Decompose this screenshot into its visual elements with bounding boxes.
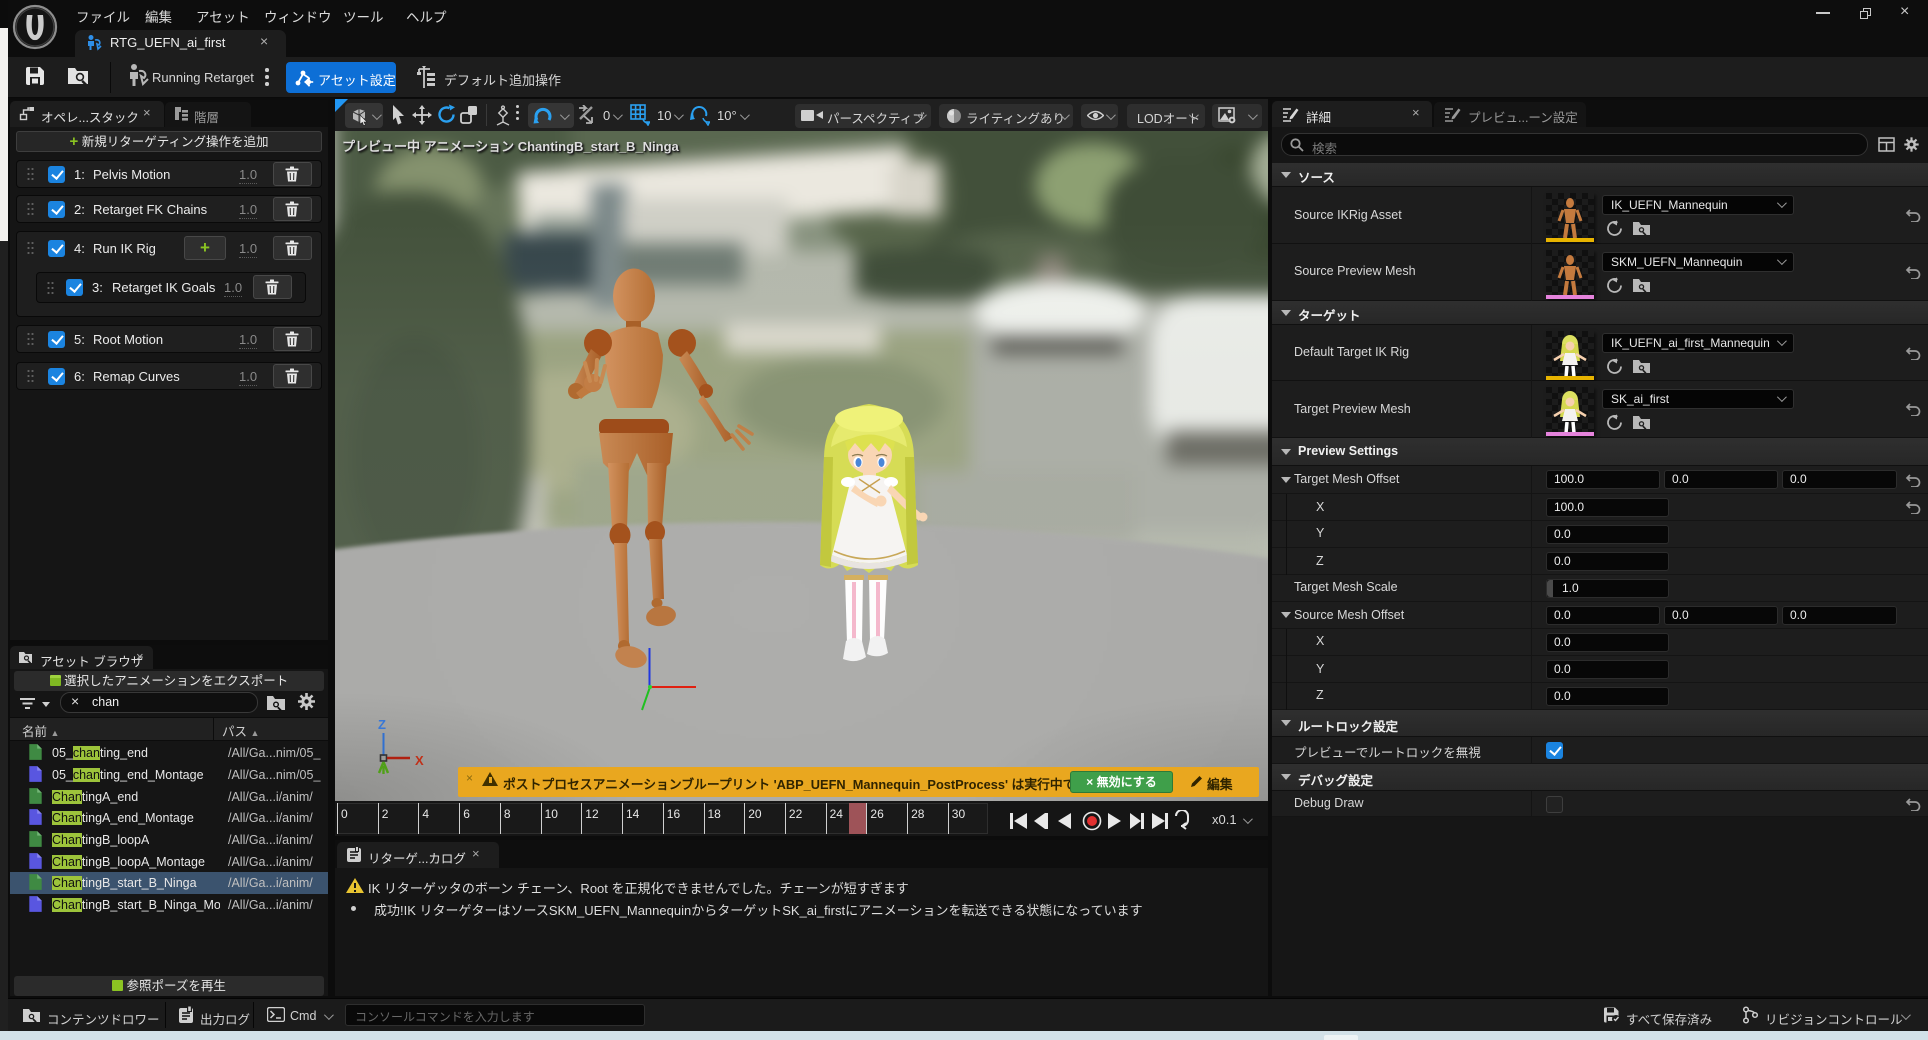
svg-text:X: X [415,753,424,768]
svg-text:Z: Z [378,717,386,732]
